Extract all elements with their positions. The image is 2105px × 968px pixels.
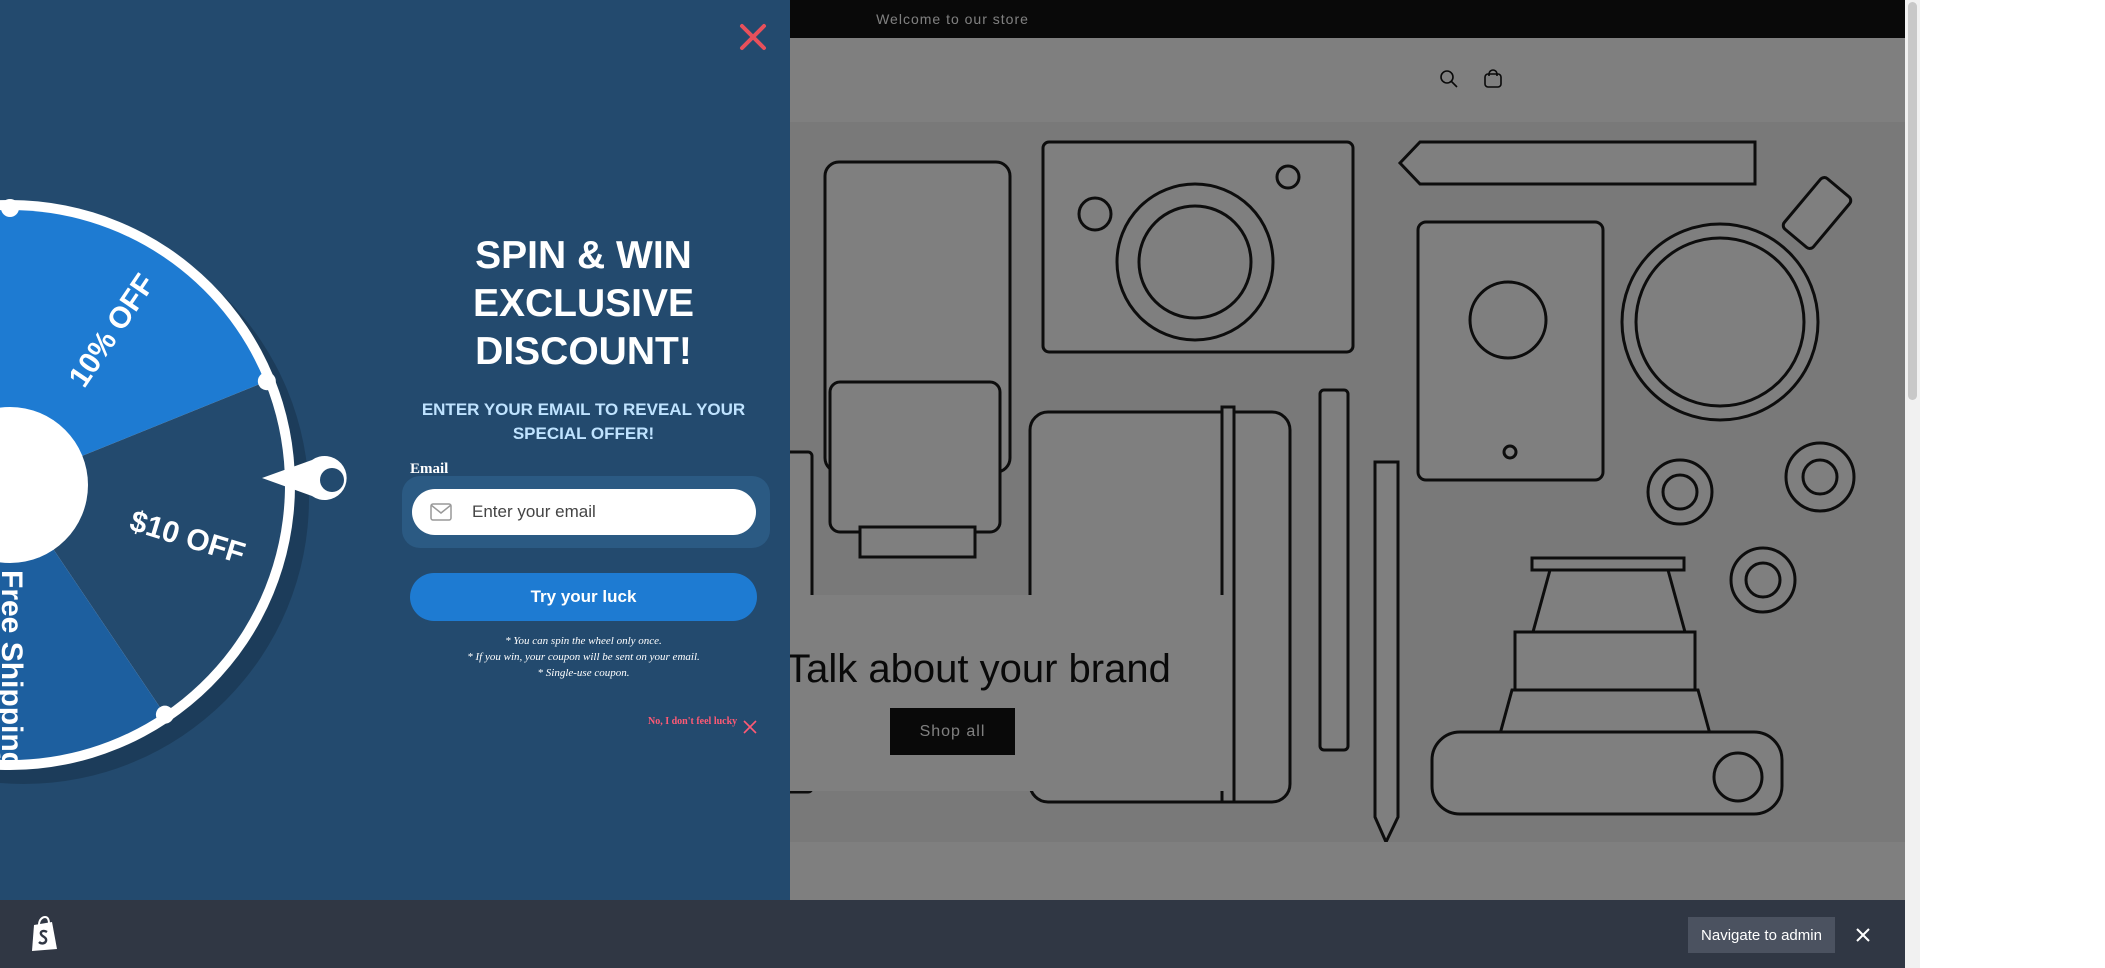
popup-title: SPIN & WIN EXCLUSIVE DISCOUNT! xyxy=(472,234,695,373)
wheel-peg xyxy=(257,372,276,391)
note-line: * If you win, your coupon will be sent o… xyxy=(467,651,700,663)
wheel-peg xyxy=(155,705,174,724)
decline-close-icon[interactable] xyxy=(743,720,757,734)
navigate-to-admin-button[interactable]: Navigate to admin xyxy=(1688,917,1835,953)
mail-icon xyxy=(430,503,452,521)
admin-bar xyxy=(0,900,1905,968)
popup-subtitle: ENTER YOUR EMAIL TO REVEAL YOUR SPECIAL … xyxy=(421,400,746,443)
note-line: * You can spin the wheel only once. xyxy=(505,635,662,647)
decline-link[interactable]: No, I don't feel lucky xyxy=(648,716,737,727)
popup-close-icon[interactable] xyxy=(736,20,770,54)
email-input[interactable] xyxy=(472,489,742,535)
wheel-segment-label: Free Shipping xyxy=(0,570,28,770)
spin-wheel-popup: 10% OFF $10 OFF Free Shipping SPIN & WIN E… xyxy=(0,0,790,900)
scrollbar-thumb[interactable] xyxy=(1908,2,1917,400)
wheel-graphic: 10% OFF$10 OFFFree Shipping xyxy=(0,199,347,784)
wheel-peg xyxy=(1,199,19,217)
shopify-logo-icon xyxy=(32,916,57,951)
note-line: * Single-use coupon. xyxy=(537,667,630,679)
popup-notes: * You can spin the wheel only once. * If… xyxy=(430,633,737,681)
email-field[interactable] xyxy=(412,489,756,535)
admin-bar-close-icon[interactable] xyxy=(1853,925,1873,945)
try-your-luck-button[interactable]: Try your luck xyxy=(410,573,757,621)
prize-wheel: 10% OFF $10 OFF Free Shipping xyxy=(0,0,790,900)
wheel-pointer-hole xyxy=(320,468,344,492)
